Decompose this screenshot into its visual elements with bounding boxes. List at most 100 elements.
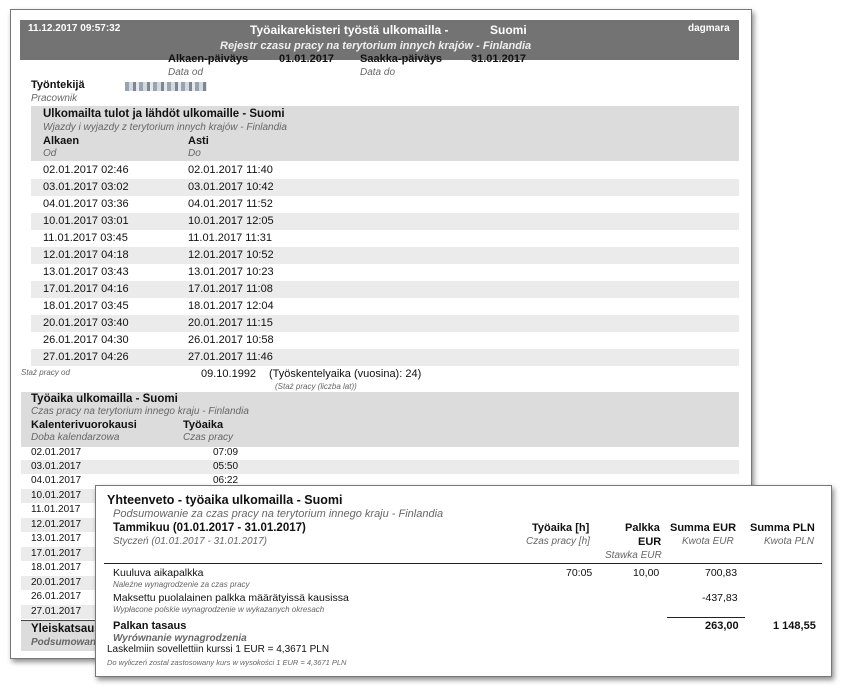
trips-subtitle: Wjazdy i wyjazdy z terytorium innych kra… xyxy=(43,122,287,133)
trip-row: 26.01.2017 04:30 26.01.2017 10:58 xyxy=(31,332,739,349)
trip-from: 27.01.2017 04:26 xyxy=(43,351,129,363)
worktime-row: 02.01.2017 07:09 xyxy=(21,446,739,460)
worktime-section-header: Työaika ulkomailla - Suomi Czas pracy na… xyxy=(21,392,739,447)
summary-month: Tammikuu (01.01.2017 - 31.01.2017) xyxy=(113,522,306,534)
worktime-day: 03.01.2017 xyxy=(31,461,82,472)
trip-to: 20.01.2017 11:15 xyxy=(188,317,273,329)
report-country: Suomi xyxy=(490,23,527,37)
trip-row: 20.01.2017 03:40 20.01.2017 11:15 xyxy=(31,315,739,332)
total-label: Palkan tasaus xyxy=(113,620,187,632)
trip-to: 13.01.2017 10:23 xyxy=(188,266,274,278)
trips-col-from: Alkaen xyxy=(43,135,80,147)
trip-from: 03.01.2017 03:02 xyxy=(43,181,129,193)
trip-to: 04.01.2017 11:52 xyxy=(188,198,273,210)
trip-from: 13.01.2017 03:43 xyxy=(43,266,129,278)
employee-name-redacted xyxy=(125,82,207,91)
seniority-label: Staż pracy od xyxy=(21,368,70,377)
report-timestamp: 11.12.2017 09:57:32 xyxy=(28,23,121,34)
trip-to: 17.01.2017 11:08 xyxy=(188,283,273,295)
trip-to: 11.01.2017 11:31 xyxy=(188,232,273,244)
report-subtitle: Rejestr czasu pracy na terytorium innych… xyxy=(220,40,532,52)
worktime-day: 10.01.2017 xyxy=(31,490,82,501)
worktime-day: 20.01.2017 xyxy=(31,577,82,588)
col-wage-currency: EUR xyxy=(638,536,662,548)
worktime-day: 13.01.2017 xyxy=(31,533,82,544)
worktime-col-time: Työaika xyxy=(183,419,224,431)
trip-row: 13.01.2017 03:43 13.01.2017 10:23 xyxy=(31,264,739,281)
trip-to: 26.01.2017 10:58 xyxy=(188,334,274,346)
worktime-col-time-sub: Czas pracy xyxy=(183,432,234,443)
worktime-row: 03.01.2017 05:50 xyxy=(21,460,739,474)
worktime-day: 04.01.2017 xyxy=(31,475,82,486)
worktime-day: 12.01.2017 xyxy=(31,519,82,530)
total-eur: 263,00 xyxy=(705,620,739,632)
line1-label: Kuuluva aikapalkka xyxy=(113,567,204,579)
trips-col-from-sub: Od xyxy=(43,148,57,159)
employee-label: Työntekijä xyxy=(31,79,85,91)
worktime-time: 05:50 xyxy=(213,461,239,472)
period-to-value: 31.01.2017 xyxy=(471,53,527,65)
worktime-footer-sub: Podsumowan xyxy=(31,637,97,648)
trips-section-header: Ulkomailta tulot ja lähdöt ulkomaille - … xyxy=(31,106,739,161)
trip-from: 17.01.2017 04:16 xyxy=(43,283,129,295)
trip-row: 17.01.2017 04:16 17.01.2017 11:08 xyxy=(31,281,739,298)
line1-rate: 10,00 xyxy=(633,567,660,579)
period-from-value: 01.01.2017 xyxy=(279,53,335,65)
col-sum-eur-sub: Kwota EUR xyxy=(682,536,734,547)
total-pln: 1 148,55 xyxy=(773,620,816,632)
col-sum-pln: Summa PLN xyxy=(750,522,815,534)
trip-row: 18.01.2017 03:45 18.01.2017 12:04 xyxy=(31,298,739,315)
trip-from: 02.01.2017 02:46 xyxy=(43,164,129,176)
line1-eur: 700,83 xyxy=(705,567,738,579)
trips-col-to: Asti xyxy=(188,135,209,147)
col-hours: Työaika [h] xyxy=(532,522,590,534)
trips-title: Ulkomailta tulot ja lähdöt ulkomaille - … xyxy=(43,108,285,120)
trip-from: 18.01.2017 03:45 xyxy=(43,300,129,312)
col-hours-sub: Czas pracy [h] xyxy=(526,536,590,547)
period-to-sub: Data do xyxy=(360,67,396,78)
exchange-rate-text: Laskelmiin sovellettiin kurssi 1 EUR = 4… xyxy=(107,644,330,655)
seniority-years-sub: (Staż pracy (liczba lat)) xyxy=(275,382,357,391)
col-wage: Palkka xyxy=(625,522,660,534)
worktime-title: Työaika ulkomailla - Suomi xyxy=(31,393,178,405)
period-from-sub: Data od xyxy=(168,67,204,78)
summary-month-sub: Styczeń (01.01.2017 - 31.01.2017) xyxy=(113,536,267,547)
worktime-subtitle: Czas pracy na terytorium innego kraju - … xyxy=(31,406,249,417)
trips-col-to-sub: Do xyxy=(188,148,201,159)
worktime-col-day-sub: Doba kalendarzowa xyxy=(31,432,120,443)
trip-from: 20.01.2017 03:40 xyxy=(43,317,129,329)
col-wage-sub: Stawka EUR xyxy=(605,550,662,561)
seniority-date: 09.10.1992 xyxy=(201,368,257,380)
trip-from: 10.01.2017 03:01 xyxy=(43,215,129,227)
worktime-day: 27.01.2017 xyxy=(31,606,82,617)
report-title: Työaikarekisteri työstä ulkomailla - xyxy=(250,23,449,37)
worktime-day: 17.01.2017 xyxy=(31,548,82,559)
trip-row: 02.01.2017 02:46 02.01.2017 11:40 xyxy=(31,162,739,179)
trip-row: 11.01.2017 03:45 11.01.2017 11:31 xyxy=(31,230,739,247)
line1-hours: 70:05 xyxy=(566,567,593,579)
trip-row: 27.01.2017 04:26 27.01.2017 11:46 xyxy=(31,349,739,366)
trip-to: 18.01.2017 12:04 xyxy=(188,300,274,312)
line1-sub: Należne wynagrodzenie za czas pracy xyxy=(113,580,250,589)
worktime-col-day: Kalenterivuorokausi xyxy=(31,419,137,431)
trip-row: 12.01.2017 04:18 12.01.2017 10:52 xyxy=(31,247,739,264)
line2-label: Maksettu puolalainen palkka määrätyissä … xyxy=(113,592,349,604)
trip-from: 11.01.2017 03:45 xyxy=(43,232,128,244)
line2-sub: Wypłacone polskie wynagrodzenie w wykaza… xyxy=(113,605,325,614)
worktime-day: 18.01.2017 xyxy=(31,562,82,573)
line2-eur: -437,83 xyxy=(702,592,738,604)
report-user: dagmara xyxy=(688,23,730,34)
total-divider xyxy=(667,617,745,618)
period-from-label: Alkaen-päiväys xyxy=(168,53,249,65)
worktime-day: 26.01.2017 xyxy=(31,591,82,602)
trip-to: 12.01.2017 10:52 xyxy=(188,249,274,261)
seniority-years: (Työskentelyaika (vuosina): 24) xyxy=(269,368,422,380)
summary-header-divider xyxy=(104,563,822,564)
employee-sub: Pracownik xyxy=(31,93,78,104)
trip-from: 12.01.2017 04:18 xyxy=(43,249,129,261)
worktime-day: 02.01.2017 xyxy=(31,447,82,458)
worktime-day: 11.01.2017 xyxy=(31,504,81,515)
worktime-footer-label: Yleiskatsaus xyxy=(31,623,101,635)
trip-row: 04.01.2017 03:36 04.01.2017 11:52 xyxy=(31,196,739,213)
trip-to: 03.01.2017 10:42 xyxy=(188,181,274,193)
